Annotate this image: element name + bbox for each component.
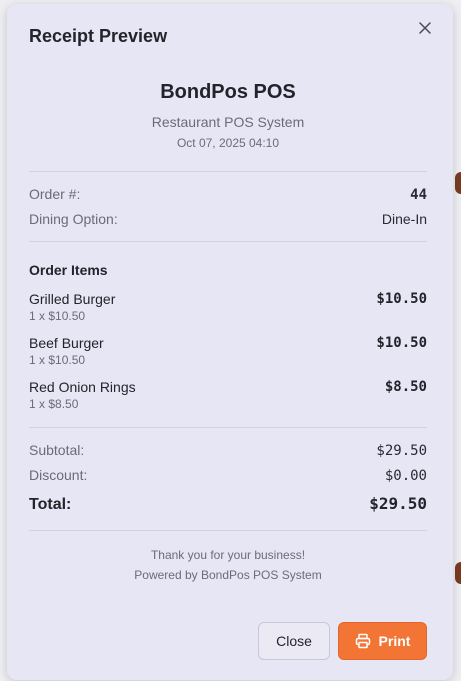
subtotal-label: Subtotal:	[29, 442, 85, 458]
order-items-title: Order Items	[29, 262, 108, 278]
item-quantity: 1 x $8.50	[29, 397, 79, 411]
modal-title: Receipt Preview	[29, 26, 168, 46]
discount-label: Discount:	[29, 467, 88, 483]
store-subtitle: Restaurant POS System	[151, 114, 305, 130]
dining-option-row: Dining Option: Dine-In	[29, 211, 427, 227]
order-items-list: Grilled Burger 1 x $10.50 $10.50 Beef Bu…	[29, 291, 427, 411]
item-name: Red Onion Rings	[29, 379, 136, 395]
total-value: $29.50	[369, 494, 427, 513]
print-button-label: Print	[378, 633, 411, 649]
divider	[29, 427, 427, 428]
close-button[interactable]: Close	[258, 622, 330, 660]
item-price: $10.50	[376, 335, 427, 351]
subtotal-row: Subtotal: $29.50	[29, 442, 427, 459]
divider	[29, 530, 427, 531]
discount-value: $0.00	[384, 468, 427, 484]
item-quantity: 1 x $10.50	[29, 309, 86, 323]
close-icon[interactable]	[415, 18, 435, 38]
list-item: Red Onion Rings 1 x $8.50 $8.50	[29, 379, 427, 411]
list-item: Beef Burger 1 x $10.50 $10.50	[29, 335, 427, 367]
total-label: Total:	[29, 496, 72, 513]
total-row: Total: $29.50	[29, 494, 427, 514]
background-element	[455, 562, 461, 584]
dining-option-value: Dine-In	[381, 211, 427, 227]
order-number-label: Order #:	[29, 186, 81, 202]
item-price: $8.50	[384, 379, 427, 395]
close-button-label: Close	[276, 633, 312, 649]
background-element	[455, 172, 461, 194]
store-name: BondPos POS	[160, 81, 296, 103]
item-quantity: 1 x $10.50	[29, 353, 86, 367]
item-name: Grilled Burger	[29, 291, 116, 307]
dining-option-label: Dining Option:	[29, 211, 118, 227]
receipt-body: BondPos POS Restaurant POS System Oct 07…	[29, 78, 427, 585]
list-item: Grilled Burger 1 x $10.50 $10.50	[29, 291, 427, 323]
powered-by-note: Powered by BondPos POS System	[134, 568, 322, 582]
store-header: BondPos POS Restaurant POS System Oct 07…	[29, 78, 427, 151]
receipt-preview-modal: Receipt Preview BondPos POS Restaurant P…	[7, 4, 453, 680]
thank-you-note: Thank you for your business!	[150, 548, 306, 562]
order-number-value: 44	[410, 187, 427, 203]
item-name: Beef Burger	[29, 335, 104, 351]
print-button[interactable]: Print	[338, 622, 427, 660]
item-price: $10.50	[376, 291, 427, 307]
receipt-datetime: Oct 07, 2025 04:10	[176, 136, 280, 150]
divider	[29, 171, 427, 172]
receipt-footer: Thank you for your business! Powered by …	[29, 545, 427, 585]
divider	[29, 241, 427, 242]
order-number-row: Order #: 44	[29, 186, 427, 203]
printer-icon	[355, 633, 371, 649]
discount-row: Discount: $0.00	[29, 467, 427, 484]
subtotal-value: $29.50	[376, 443, 427, 459]
